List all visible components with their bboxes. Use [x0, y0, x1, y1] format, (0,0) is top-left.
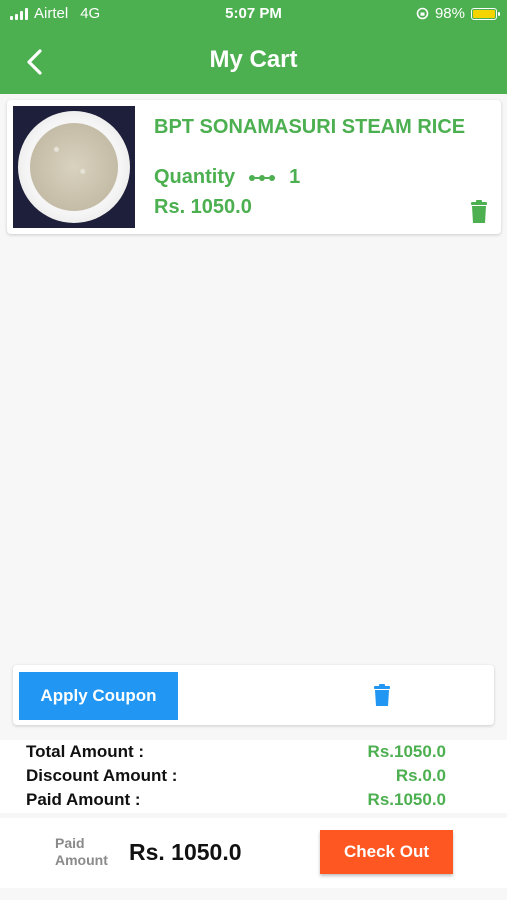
coupon-bar: Apply Coupon [13, 665, 494, 725]
status-right: 98% [416, 5, 500, 22]
trash-icon [374, 684, 390, 706]
checkout-footer: Paid Amount Rs. 1050.0 Check Out [0, 818, 507, 888]
battery-icon [471, 7, 500, 20]
footer-paid-label: Paid Amount [55, 835, 108, 869]
quantity-dots-icon [249, 174, 276, 181]
discount-amount-label: Discount Amount : [26, 766, 178, 785]
product-image[interactable] [13, 106, 135, 228]
total-amount-row: Total Amount : Rs.1050.0 [26, 742, 446, 766]
order-summary: Total Amount : Rs.1050.0 Discount Amount… [0, 740, 507, 813]
discount-amount-row: Discount Amount : Rs.0.0 [26, 766, 446, 790]
footer-paid-label-line2: Amount [55, 852, 108, 868]
battery-percent: 98% [434, 5, 465, 22]
footer-paid-label-line1: Paid [55, 835, 85, 851]
footer-paid-value: Rs. 1050.0 [129, 839, 242, 865]
paid-amount-value: Rs.1050.0 [367, 790, 446, 809]
remove-coupon-button[interactable] [373, 684, 391, 707]
trash-icon [471, 200, 487, 223]
product-price: Rs. 1050.0 [154, 196, 252, 218]
cart-item: BPT SONAMASURI STEAM RICE Quantity 1 Rs.… [7, 100, 501, 234]
total-amount-label: Total Amount : [26, 742, 145, 761]
quantity-value: 1 [289, 166, 301, 188]
total-amount-value: Rs.1050.0 [367, 742, 446, 761]
apply-coupon-button[interactable]: Apply Coupon [19, 672, 178, 720]
page-title: My Cart [209, 46, 298, 73]
orientation-lock-icon [416, 7, 429, 20]
delete-item-button[interactable] [469, 200, 489, 224]
status-bar: Airtel 4G 5:07 PM 98% [0, 0, 507, 30]
paid-amount-row: Paid Amount : Rs.1050.0 [26, 790, 446, 814]
app-bar: My Cart [0, 30, 507, 94]
paid-amount-label: Paid Amount : [26, 790, 141, 809]
product-name: BPT SONAMASURI STEAM RICE [154, 116, 466, 138]
discount-amount-value: Rs.0.0 [395, 766, 446, 785]
checkout-button[interactable]: Check Out [320, 830, 453, 874]
quantity-label: Quantity [154, 166, 236, 188]
quantity-row: Quantity 1 [154, 166, 300, 189]
